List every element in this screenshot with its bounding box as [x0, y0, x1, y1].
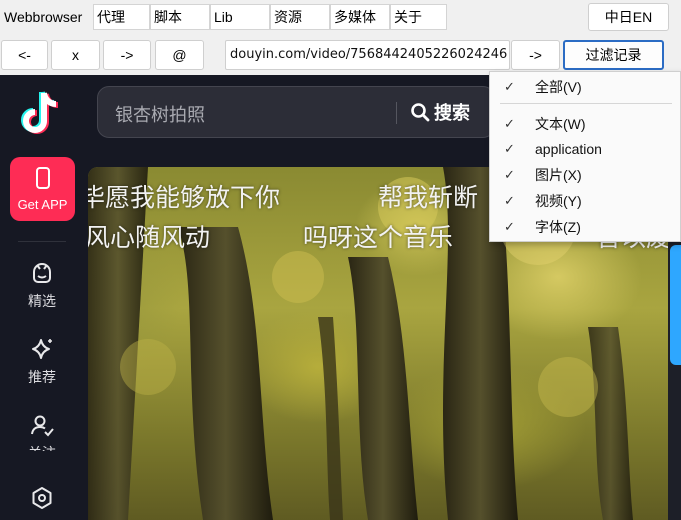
menu-lib[interactable]: Lib	[210, 4, 270, 30]
nav-item-follow[interactable]: 关注	[0, 413, 84, 451]
search-icon	[411, 103, 430, 122]
search-button-label: 搜索	[434, 103, 470, 124]
side-scroll-handle[interactable]	[670, 245, 681, 365]
lyric-line-2a: 风心随风动	[88, 223, 211, 252]
search-input[interactable]: 银杏树拍照	[115, 101, 205, 127]
search-button[interactable]: 搜索	[410, 99, 470, 125]
check-icon: ✓	[504, 193, 515, 208]
filter-item-label: 全部(V)	[535, 79, 582, 95]
follow-icon	[31, 415, 54, 437]
filter-item-text[interactable]: ✓ 文本(W)	[490, 112, 680, 136]
featured-icon	[33, 263, 51, 283]
url-input[interactable]: douyin.com/video/7568442405226024246	[225, 40, 510, 70]
filter-item-application[interactable]: ✓ application	[490, 137, 680, 161]
get-app-button[interactable]: Get APP	[10, 157, 75, 221]
lyric-line-2b: 吗呀这个音乐	[303, 223, 454, 252]
nav-label-recommend: 推荐	[28, 369, 56, 385]
tiktok-logo-icon[interactable]	[20, 89, 64, 137]
filter-records-button[interactable]: 过滤记录	[563, 40, 664, 70]
filter-item-label: 字体(Z)	[535, 219, 581, 235]
filter-item-video[interactable]: ✓ 视频(Y)	[490, 189, 680, 213]
menu-multimedia[interactable]: 多媒体	[330, 4, 390, 30]
filter-item-label: 文本(W)	[535, 116, 586, 132]
nav-item-recommend[interactable]: 推荐	[0, 337, 84, 387]
forward-button[interactable]: ->	[103, 40, 151, 70]
nav-item-featured[interactable]: 精选	[0, 261, 84, 311]
menu-script[interactable]: 脚本	[150, 4, 210, 30]
check-icon: ✓	[504, 167, 515, 182]
back-button[interactable]: <-	[1, 40, 48, 70]
sparkle-icon	[32, 339, 52, 359]
filter-item-label: application	[535, 141, 602, 157]
menu-separator	[500, 103, 672, 104]
search-divider	[396, 102, 397, 124]
filter-item-label: 视频(Y)	[535, 193, 582, 209]
at-button[interactable]: @	[155, 40, 204, 70]
nav-label-follow: 关注	[0, 443, 84, 451]
search-bar: 银杏树拍照 搜索	[97, 86, 495, 138]
stop-button[interactable]: x	[51, 40, 100, 70]
filter-item-image[interactable]: ✓ 图片(X)	[490, 163, 680, 187]
menu-bar: Webbrowser 代理 脚本 Lib 资源 多媒体 关于 中日EN	[0, 0, 681, 33]
lyric-line-1b: 帮我斩断	[378, 183, 479, 212]
toolbar: <- x -> @ douyin.com/video/7568442405226…	[0, 33, 681, 75]
language-button[interactable]: 中日EN	[588, 3, 669, 31]
filter-dropdown-menu: ✓ 全部(V) ✓ 文本(W) ✓ application ✓ 图片(X) ✓ …	[489, 71, 681, 242]
filter-item-label: 图片(X)	[535, 167, 582, 183]
nav-label-featured: 精选	[28, 293, 56, 309]
check-icon: ✓	[504, 116, 515, 131]
menu-proxy[interactable]: 代理	[93, 4, 150, 30]
menu-resources[interactable]: 资源	[270, 4, 330, 30]
check-icon: ✓	[504, 219, 515, 234]
go-button[interactable]: ->	[511, 40, 560, 70]
filter-item-all[interactable]: ✓ 全部(V)	[490, 75, 680, 99]
nav-item-more[interactable]	[0, 485, 84, 511]
phone-icon	[36, 167, 50, 189]
nav-divider	[18, 241, 66, 242]
left-nav: Get APP 精选 推荐 关注	[0, 75, 84, 520]
check-icon: ✓	[504, 79, 515, 94]
filter-item-font[interactable]: ✓ 字体(Z)	[490, 215, 680, 239]
hexagon-icon	[32, 487, 52, 509]
menu-webbrowser[interactable]: Webbrowser	[0, 4, 93, 30]
check-icon: ✓	[504, 141, 515, 156]
lyric-line-1a: 毕愿我能够放下你	[88, 183, 281, 212]
get-app-label: Get APP	[17, 197, 68, 212]
menu-about[interactable]: 关于	[390, 4, 447, 30]
